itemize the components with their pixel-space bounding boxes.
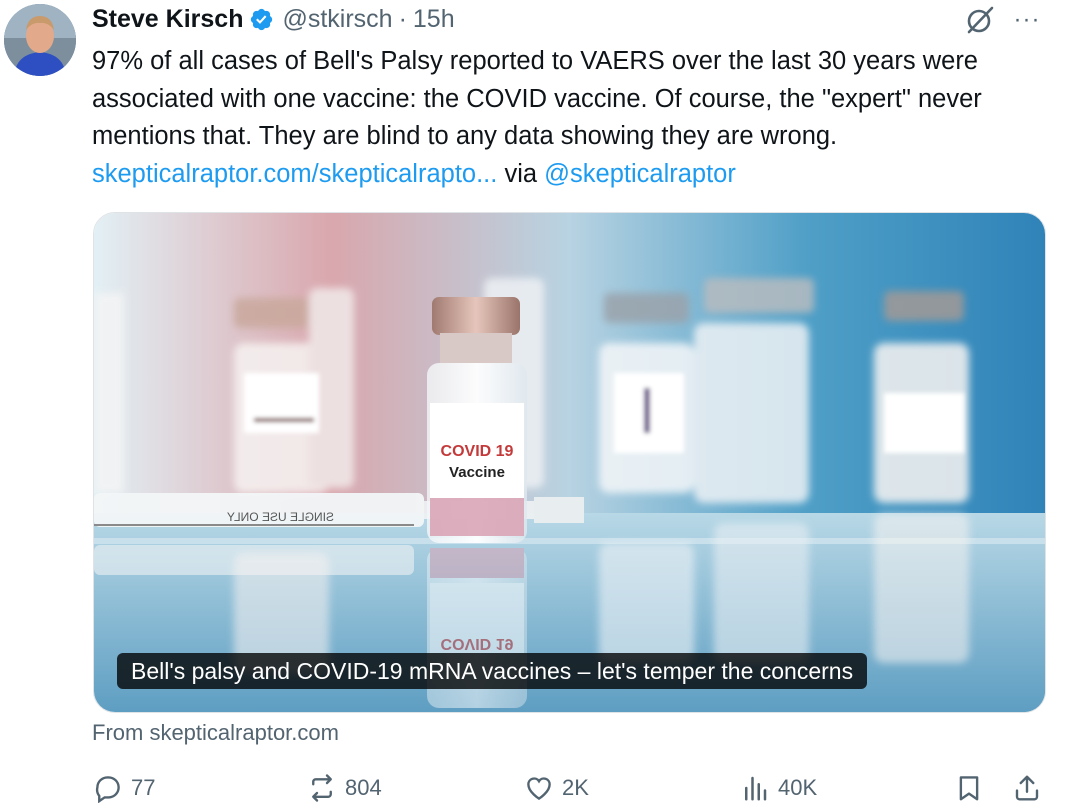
card-caption: Bell's palsy and COVID-19 mRNA vaccines …: [117, 653, 868, 689]
separator: ·: [398, 4, 407, 33]
author-handle[interactable]: @stkirsch: [282, 5, 392, 34]
views-button[interactable]: 40K: [740, 768, 817, 808]
card-source[interactable]: From skepticalraptor.com: [92, 720, 339, 746]
bookmark-button[interactable]: [954, 768, 984, 808]
reply-button[interactable]: 77: [93, 768, 155, 808]
tweet-body: 97% of all cases of Bell's Palsy reporte…: [92, 47, 989, 150]
views-icon: [745, 776, 767, 801]
tweet-text: 97% of all cases of Bell's Palsy reporte…: [92, 43, 1052, 193]
more-options-icon[interactable]: ···: [1012, 6, 1042, 34]
timestamp[interactable]: 15h: [413, 5, 455, 34]
action-bar: 77 804 2K 40K: [0, 768, 1076, 808]
verified-badge-icon: [251, 8, 273, 30]
like-button[interactable]: 2K: [524, 768, 589, 808]
via-text: via: [497, 159, 545, 188]
vaccine-vials-image: SINGLE USE ONLY COVID 19 Vaccine COVID 1…: [94, 213, 1045, 712]
vial-reflection-line1: COVID 19: [441, 635, 514, 652]
repost-button[interactable]: 804: [307, 768, 382, 808]
views-count: 40K: [778, 775, 818, 800]
link-card[interactable]: SINGLE USE ONLY COVID 19 Vaccine COVID 1…: [93, 212, 1046, 713]
vial-label-line2: Vaccine: [449, 464, 505, 481]
grok-icon[interactable]: [964, 4, 996, 36]
like-count: 2K: [562, 775, 589, 800]
share-icon: [1015, 775, 1039, 801]
author-name[interactable]: Steve Kirsch: [92, 5, 243, 34]
repost-count: 804: [345, 775, 382, 800]
reply-count: 77: [131, 775, 156, 800]
share-button[interactable]: [1012, 768, 1042, 808]
reply-icon: [95, 776, 120, 803]
tweet-header: Steve Kirsch @stkirsch · 15h: [92, 2, 455, 36]
vial-label-line1: COVID 19: [441, 443, 514, 460]
syringe-text: SINGLE USE ONLY: [227, 510, 334, 524]
mention-link[interactable]: @skepticalraptor: [544, 160, 736, 188]
repost-icon: [312, 774, 332, 802]
avatar[interactable]: [4, 4, 76, 76]
tweet-link[interactable]: skepticalraptor.com/skepticalrapto...: [92, 160, 497, 188]
heart-icon: [527, 777, 551, 801]
bookmark-icon: [959, 776, 979, 801]
